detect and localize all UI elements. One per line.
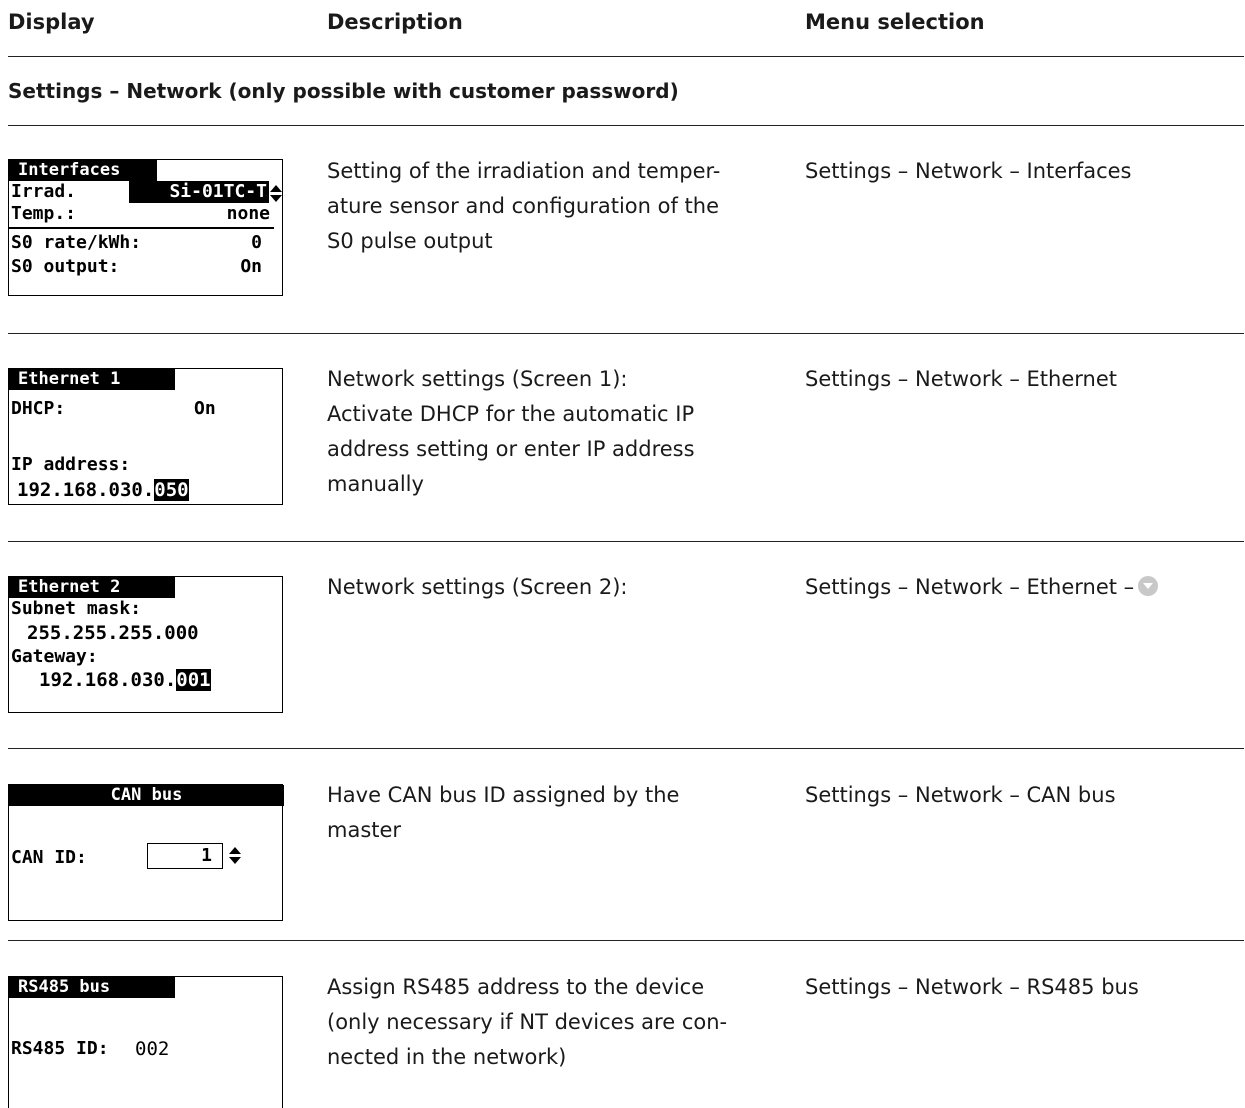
row-divider — [8, 333, 1244, 334]
ip-address-value[interactable]: 192.168.030.050 — [17, 479, 189, 501]
lcd-title: Interfaces — [9, 160, 157, 181]
lcd-title: Ethernet 1 — [9, 369, 175, 390]
lcd-title: RS485 bus — [9, 977, 175, 998]
s0-rate-label: S0 rate/kWh: — [11, 232, 142, 253]
dhcp-label: DHCP: — [11, 398, 66, 419]
lcd-separator — [9, 227, 274, 229]
subnet-mask-label: Subnet mask: — [11, 598, 142, 619]
section-title: Settings – Network (only possible with c… — [8, 79, 679, 103]
temp-label: Temp.: — [11, 203, 77, 224]
lcd-title: CAN bus — [9, 785, 284, 806]
description-ethernet-1: Network settings (Screen 1): Activate DH… — [327, 367, 695, 496]
lcd-ethernet-2: Ethernet 2 Subnet mask: 255.255.255.000 … — [8, 576, 283, 713]
row-divider — [8, 940, 1244, 941]
lcd-rs485-bus: RS485 bus RS485 ID: 002 — [8, 976, 283, 1108]
s0-output-label: S0 output: — [11, 256, 120, 277]
menu-path-can-bus: Settings – Network – CAN bus — [805, 783, 1116, 807]
gateway-last-octet[interactable]: 001 — [176, 669, 211, 691]
column-header-description: Description — [327, 10, 463, 34]
row-divider — [8, 541, 1244, 542]
subnet-mask-value: 255.255.255.000 — [27, 622, 199, 644]
lcd-ethernet-1: Ethernet 1 DHCP: On IP address: 192.168.… — [8, 368, 283, 505]
rs485-id-value[interactable]: 002 — [135, 1038, 169, 1060]
gateway-label: Gateway: — [11, 646, 98, 667]
s0-output-value: On — [240, 256, 262, 277]
menu-path-rs485-bus: Settings – Network – RS485 bus — [805, 975, 1139, 999]
can-id-label: CAN ID: — [11, 847, 87, 868]
column-header-menu-selection: Menu selection — [805, 10, 985, 34]
can-id-input[interactable]: 1 — [147, 843, 223, 869]
lcd-can-bus: CAN bus CAN ID: 1 — [8, 784, 284, 921]
ip-address-label: IP address: — [11, 454, 131, 475]
section-divider — [8, 125, 1244, 126]
menu-path-interfaces: Settings – Network – Interfaces — [805, 159, 1132, 183]
scroll-down-icon — [1138, 576, 1159, 596]
column-header-display: Display — [8, 10, 95, 34]
s0-rate-value: 0 — [251, 232, 262, 253]
gateway-prefix: 192.168.030. — [39, 669, 177, 691]
header-divider — [8, 56, 1244, 57]
dhcp-value: On — [194, 398, 216, 419]
temp-value: none — [226, 203, 270, 224]
row-divider — [8, 748, 1244, 749]
description-interfaces: Setting of the irradiation and temper- a… — [327, 159, 721, 253]
menu-path-ethernet-next: Settings – Network – Ethernet – — [805, 570, 1159, 605]
description-rs485-bus: Assign RS485 address to the device (only… — [327, 975, 728, 1069]
lcd-interfaces: Interfaces Irrad. Si-01TC-T Temp.: none … — [8, 159, 283, 296]
lcd-title: Ethernet 2 — [9, 577, 175, 598]
irrad-value[interactable]: Si-01TC-T — [129, 181, 269, 203]
ip-address-prefix: 192.168.030. — [17, 479, 155, 501]
irrad-label: Irrad. — [11, 181, 77, 202]
description-can-bus: Have CAN bus ID assigned by the master — [327, 783, 680, 842]
description-ethernet-2: Network settings (Screen 2): — [327, 575, 628, 599]
gateway-value[interactable]: 192.168.030.001 — [39, 669, 211, 691]
rs485-id-label: RS485 ID: — [11, 1038, 109, 1059]
ip-address-last-octet[interactable]: 050 — [154, 479, 189, 501]
menu-path-ethernet: Settings – Network – Ethernet — [805, 367, 1117, 391]
